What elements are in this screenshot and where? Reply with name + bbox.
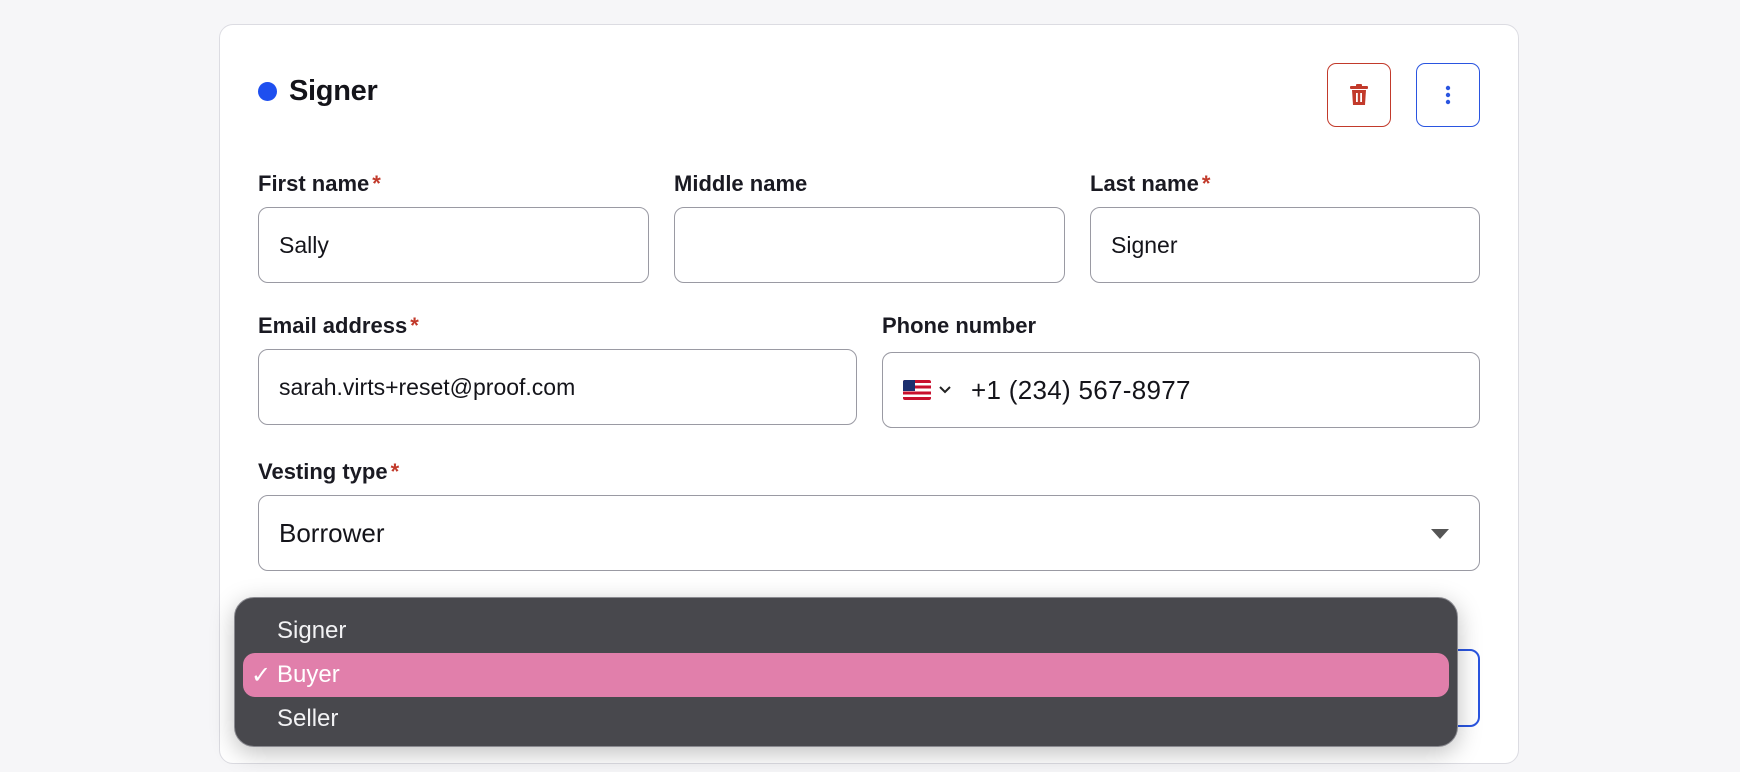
section-title: Signer	[289, 74, 378, 107]
more-options-button[interactable]	[1416, 63, 1480, 127]
chevron-down-icon	[939, 386, 951, 394]
dropdown-option-signer[interactable]: Signer	[243, 609, 1449, 653]
first-name-value: Sally	[279, 231, 329, 258]
checkmark-icon: ✓	[251, 662, 272, 689]
middle-name-label: Middle name	[674, 171, 808, 196]
first-name-label: First name *	[258, 171, 381, 196]
country-selector[interactable]	[903, 380, 951, 400]
email-label: Email address *	[258, 313, 419, 338]
more-vertical-icon	[1445, 85, 1451, 105]
last-name-input[interactable]: Signer	[1090, 207, 1480, 283]
last-name-value: Signer	[1111, 231, 1178, 258]
vesting-type-select[interactable]: Borrower	[258, 495, 1480, 571]
us-flag-icon	[903, 380, 931, 400]
email-value: sarah.virts+reset@proof.com	[279, 373, 576, 400]
last-name-label: Last name *	[1090, 171, 1211, 196]
vesting-type-label: Vesting type *	[258, 459, 400, 484]
section-header: Signer	[258, 71, 378, 111]
status-dot	[258, 81, 277, 101]
email-input[interactable]: sarah.virts+reset@proof.com	[258, 349, 857, 425]
dropdown-option-seller[interactable]: Seller	[243, 697, 1449, 741]
first-name-input[interactable]: Sally	[258, 207, 649, 283]
caret-down-icon	[1431, 529, 1449, 539]
trash-icon	[1350, 84, 1368, 105]
phone-value: +1 (234) 567-8977	[971, 374, 1191, 405]
phone-input[interactable]: +1 (234) 567-8977	[882, 352, 1480, 428]
vesting-type-value: Borrower	[279, 517, 385, 548]
vesting-dropdown-menu: Signer ✓ Buyer Seller	[234, 597, 1458, 747]
dropdown-option-buyer[interactable]: ✓ Buyer	[243, 653, 1449, 697]
middle-name-input[interactable]	[674, 207, 1065, 283]
delete-button[interactable]	[1327, 63, 1391, 127]
phone-label: Phone number	[882, 313, 1037, 338]
